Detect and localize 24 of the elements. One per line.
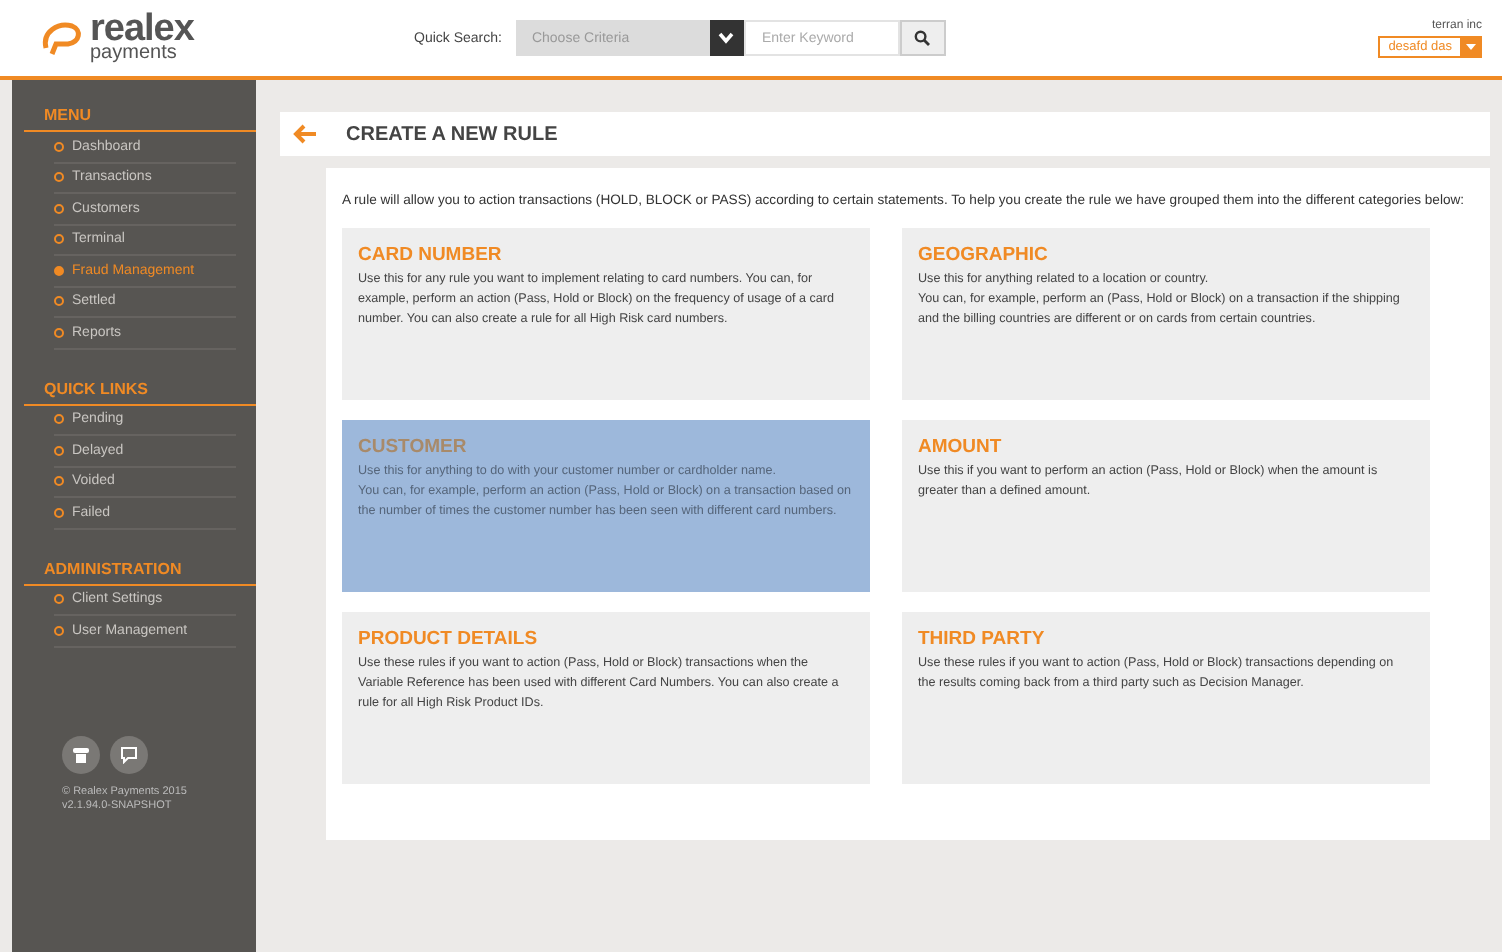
page-title: CREATE A NEW RULE [346,123,558,145]
back-arrow-icon [292,124,318,144]
section-title: MENU [24,98,256,132]
logo-icon [40,19,84,56]
category-title: CARD NUMBER [358,244,504,267]
category-title: THIRD PARTY [918,628,1047,651]
back-button[interactable] [292,124,318,144]
chat-button[interactable] [110,735,148,773]
section-title: QUICK LINKS [24,371,256,405]
search-button[interactable] [899,20,946,56]
logo-subtitle: payments [90,45,179,63]
category-title: PRODUCT DETAILS [358,628,540,651]
phone-button[interactable] [62,735,100,773]
chat-icon [120,745,138,763]
section-title: ADMINISTRATION [24,551,256,585]
chevron-down-icon [718,32,735,44]
category-title: GEOGRAPHIC [918,244,1050,267]
category-title: CUSTOMER [358,436,469,459]
category-title: AMOUNT [918,436,1004,459]
logo-text: realex [90,13,194,46]
phone-icon [72,745,90,763]
search-icon [914,30,931,46]
category-card[interactable] [342,420,870,593]
caret-icon [1465,43,1475,49]
